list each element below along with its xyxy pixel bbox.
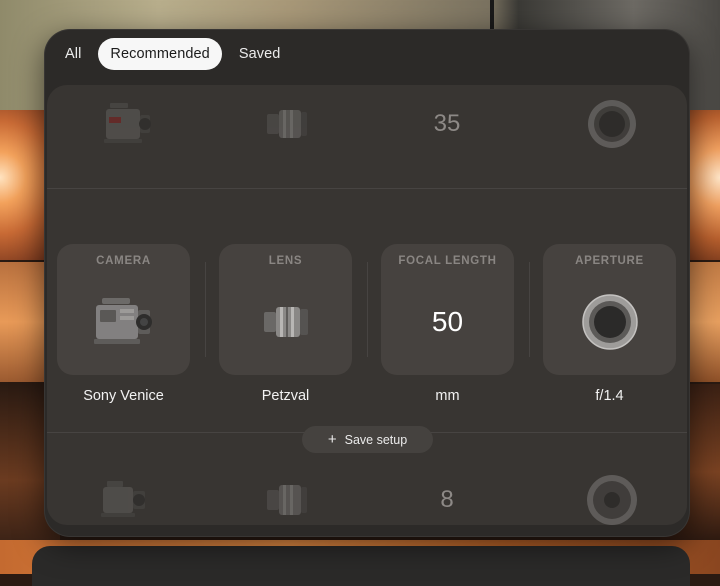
aperture-ring-icon [543,272,676,372]
save-setup-label: Save setup [344,432,408,447]
lens-icon[interactable] [247,471,327,525]
lens-value: Petzval [261,388,310,404]
tab-all[interactable]: All [54,38,92,70]
tab-recommended[interactable]: Recommended [98,38,222,70]
focal-length-unit: mm [435,388,460,404]
tab-saved[interactable]: Saved [228,38,292,70]
aperture-ring-icon[interactable] [572,95,652,153]
aperture-ring-icon[interactable] [572,471,652,525]
camera-value: Sony Venice [83,388,164,404]
bottom-panel [32,546,690,586]
lens-card[interactable]: LENS [219,244,352,375]
lens-icon [219,272,352,372]
cinema-camera-icon[interactable] [87,95,167,153]
save-setup-button[interactable]: + Save setup [302,426,433,453]
camera-card[interactable]: CAMERA [57,244,190,375]
column-divider [367,262,368,357]
camera-setup-panel: All Recommended Saved 35 CAMERA LENS FOC… [44,29,690,537]
lens-header: LENS [268,255,303,267]
camera-header: CAMERA [96,255,151,267]
focal-length-number: 50 [431,306,464,337]
setup-picker[interactable]: 35 CAMERA LENS FOCAL LENGTH 50 APERTURE … [47,85,687,525]
aperture-value: f/1.4 [595,388,624,404]
plus-icon: + [327,431,337,448]
focal-length-card[interactable]: FOCAL LENGTH 50 [381,244,514,375]
aperture-header: APERTURE [575,255,644,267]
focal-length-option[interactable]: 35 [407,95,487,153]
cinema-camera-icon[interactable] [87,471,167,525]
row-divider [47,188,687,189]
column-divider [205,262,206,357]
aperture-card[interactable]: APERTURE [543,244,676,375]
focal-length-header: FOCAL LENGTH [398,255,497,267]
filter-tabs: All Recommended Saved [54,37,291,71]
column-divider [529,262,530,357]
focal-length-option[interactable]: 8 [407,471,487,525]
lens-icon[interactable] [247,95,327,153]
sony-venice-camera-icon [57,272,190,372]
